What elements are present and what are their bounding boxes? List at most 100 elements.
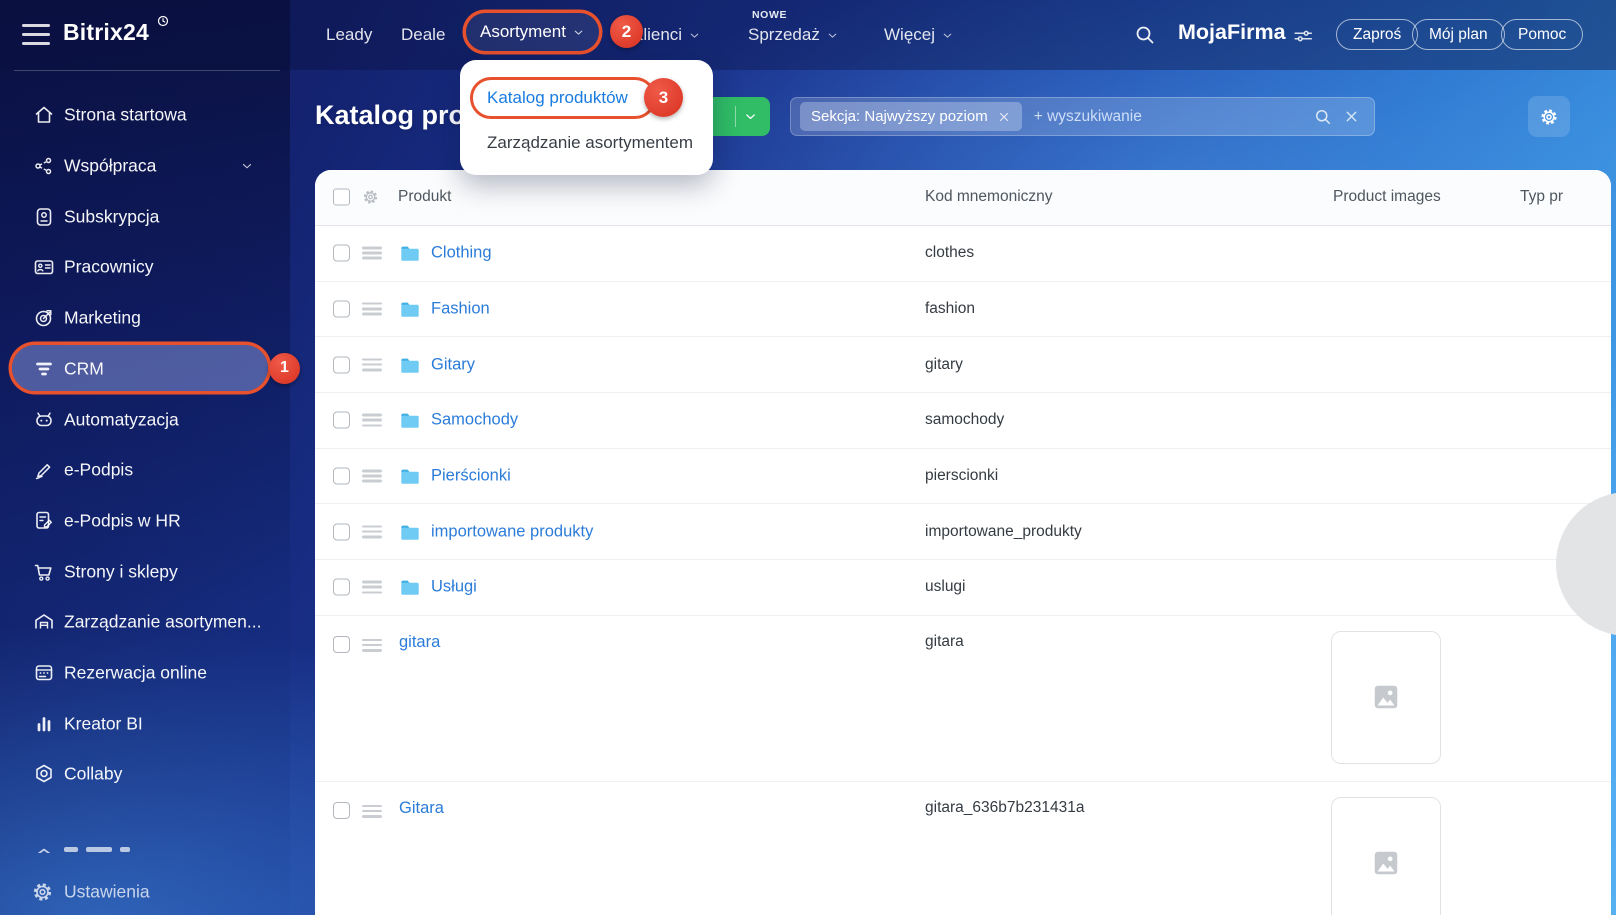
table-row-gitary: Gitarygitary — [315, 337, 1611, 393]
table-row-gitara: Gitaragitara_636b7b231431a — [315, 782, 1611, 915]
sidebar-item-strony-i-sklepy[interactable]: Strony i sklepy — [0, 546, 290, 597]
zaproś-button[interactable]: Zaproś — [1336, 19, 1418, 50]
nav-item-label: Leady — [326, 25, 372, 45]
mnemonic-code: fashion — [925, 300, 975, 318]
drag-handle[interactable] — [362, 525, 382, 538]
search-icon — [1313, 107, 1333, 127]
product-image-placeholder — [1331, 631, 1441, 764]
sidebar-item-współpraca[interactable]: Współpraca — [0, 141, 290, 192]
sidebar-item-collaby[interactable]: Collaby — [0, 749, 290, 800]
row-checkbox[interactable] — [333, 802, 350, 819]
home-icon — [32, 103, 56, 127]
product-link-gitara[interactable]: gitara — [399, 633, 440, 652]
sidebar-item-ustawienia[interactable]: Ustawienia — [0, 869, 290, 915]
sidebar-item-crm[interactable]: CRM — [0, 344, 290, 395]
chevron-down-icon[interactable] — [743, 109, 758, 124]
menu-item-katalog-produktow[interactable]: Katalog produktów — [487, 88, 628, 108]
column-header-typ-pr[interactable]: Typ pr — [1520, 188, 1563, 206]
sidebar-item-strona-startowa[interactable]: Strona startowa — [0, 90, 290, 141]
asortyment-dropdown: Katalog produktów 3 Zarządzanie asortyme… — [460, 60, 713, 175]
product-link-gitara[interactable]: Gitara — [399, 799, 444, 818]
folder-link-samochody[interactable]: Samochody — [431, 411, 518, 430]
table-row-fashion: Fashion fashion — [315, 282, 1611, 338]
drag-handle[interactable] — [362, 639, 382, 652]
sidebar-item-subskrypcja[interactable]: Subskrypcja — [0, 191, 290, 242]
sidebar-item-label: Collaby — [64, 764, 122, 785]
button-divider — [735, 106, 736, 127]
bitrix24-app: Bitrix24 LeadyDealeAsortyment2KlienciNOW… — [0, 0, 1616, 915]
folder-link-clothing[interactable]: Clothing — [431, 244, 492, 263]
sidebar-item-zarządzanie-asortymen[interactable]: Zarządzanie asortymen... — [0, 597, 290, 648]
drag-handle[interactable] — [362, 414, 382, 427]
marketing-icon — [32, 306, 56, 330]
sidebar-item-pracownicy[interactable]: Pracownicy — [0, 242, 290, 293]
folder-link-usługi[interactable]: Usługi — [431, 578, 477, 597]
row-checkbox[interactable] — [333, 523, 350, 540]
menu-item-zarzadzanie-asortymentem[interactable]: Zarządzanie asortymentem — [487, 133, 693, 153]
nav-item-sprzedaż[interactable]: NOWESprzedaż — [748, 0, 839, 70]
sidebar-item-partial[interactable] — [0, 836, 290, 853]
row-checkbox[interactable] — [333, 245, 350, 262]
nav-item-asortyment[interactable]: Asortyment — [466, 13, 599, 51]
select-all-checkbox[interactable] — [333, 189, 350, 206]
row-checkbox[interactable] — [333, 636, 350, 653]
folder-link-fashion[interactable]: Fashion — [431, 299, 490, 318]
folder-icon — [399, 466, 421, 485]
drag-handle[interactable] — [362, 247, 382, 260]
portal-name[interactable]: MojaFirma — [1178, 20, 1286, 45]
grid-settings-button[interactable] — [1528, 96, 1570, 137]
sliders-icon[interactable] — [1292, 25, 1314, 47]
chevron-right-icon — [1604, 598, 1616, 636]
folder-link-pierścionki[interactable]: Pierścionki — [431, 466, 511, 485]
search-icon[interactable] — [1133, 23, 1157, 47]
warehouse-icon — [32, 610, 56, 634]
drag-handle[interactable] — [362, 358, 382, 371]
search-icon[interactable] — [1313, 107, 1333, 127]
filter-chip[interactable]: Sekcja: Najwyższy poziom — [800, 102, 1022, 131]
row-checkbox[interactable] — [333, 356, 350, 373]
collaboration-icon — [32, 154, 56, 178]
table-row-pierścionki: Pierścionkipierscionki — [315, 449, 1611, 505]
close-icon[interactable] — [997, 110, 1011, 124]
drag-handle[interactable] — [362, 805, 382, 818]
sidebar-item-e-podpis-w-hr[interactable]: e-Podpis w HR — [0, 496, 290, 547]
row-checkbox[interactable] — [333, 467, 350, 484]
drag-handle[interactable] — [362, 302, 382, 315]
filter-search-bar[interactable]: Sekcja: Najwyższy poziom + wyszukiwanie — [790, 97, 1375, 136]
folder-link-importowane-produkty[interactable]: importowane produkty — [431, 522, 593, 541]
chevron-down-icon — [743, 109, 758, 124]
hamburger-menu-icon[interactable] — [22, 24, 50, 45]
row-checkbox[interactable] — [333, 412, 350, 429]
row-checkbox[interactable] — [333, 579, 350, 596]
sidebar-item-label: e-Podpis w HR — [64, 510, 181, 531]
sidebar-item-rezerwacja-online[interactable]: Rezerwacja online — [0, 648, 290, 699]
clear-filter-icon[interactable] — [1343, 108, 1360, 125]
nav-item-więcej[interactable]: Więcej — [884, 0, 954, 70]
sidebar-item-automatyzacja[interactable]: Automatyzacja — [0, 394, 290, 445]
column-header-kod-mnemoniczny[interactable]: Kod mnemoniczny — [925, 188, 1053, 206]
sidebar-item-label: Rezerwacja online — [64, 663, 207, 684]
sidebar-item-kreator-bi[interactable]: Kreator BI — [0, 698, 290, 749]
gear-icon[interactable] — [361, 188, 380, 207]
bitrix24-logo[interactable]: Bitrix24 — [63, 19, 169, 46]
pomoc-button[interactable]: Pomoc — [1501, 19, 1583, 50]
column-header-product-images[interactable]: Product images — [1333, 188, 1441, 206]
folder-link-gitary[interactable]: Gitary — [431, 355, 475, 374]
column-header-produkt[interactable]: Produkt — [398, 188, 451, 206]
search-input[interactable]: + wyszukiwanie — [1034, 108, 1313, 126]
nav-item-deale[interactable]: Deale — [401, 0, 445, 70]
subscription-icon — [32, 205, 56, 229]
sliders-icon — [1292, 25, 1314, 47]
nav-item-leady[interactable]: Leady — [326, 0, 372, 70]
search-icon — [1133, 23, 1157, 47]
drag-handle[interactable] — [362, 469, 382, 482]
sidebar-item-marketing[interactable]: Marketing — [0, 293, 290, 344]
sidebar-item-e-podpis[interactable]: e-Podpis — [0, 445, 290, 496]
annotation-badge-2: 2 — [610, 15, 643, 48]
sidebar-item-label: Subskrypcja — [64, 206, 159, 227]
mój-plan-button[interactable]: Mój plan — [1412, 19, 1505, 50]
row-checkbox[interactable] — [333, 300, 350, 317]
close-icon — [997, 110, 1011, 124]
drag-handle[interactable] — [362, 581, 382, 594]
mnemonic-code: uslugi — [925, 578, 966, 596]
